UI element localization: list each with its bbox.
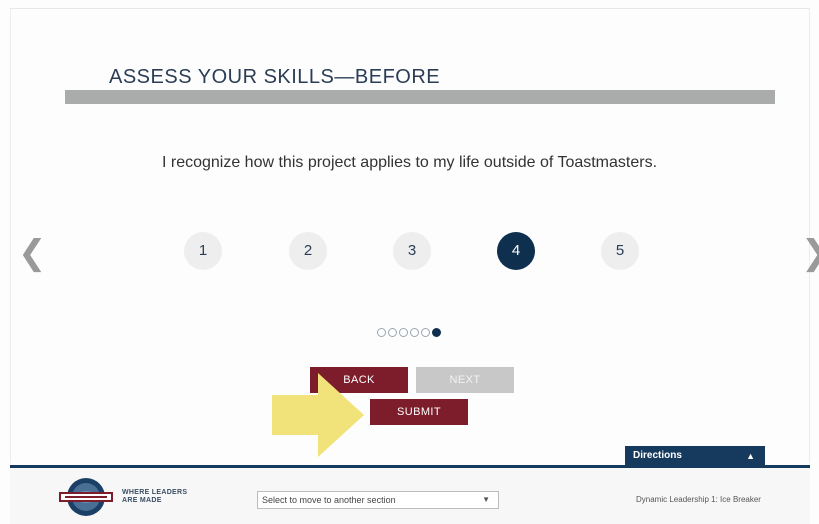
next-button[interactable]: NEXT [416,367,514,393]
directions-tab[interactable]: Directions ▲ [625,446,765,466]
page-title: ASSESS YOUR SKILLS—BEFORE [109,66,441,88]
chevron-down-icon: ▼ [482,495,490,504]
rating-option-3[interactable]: 3 [393,232,431,270]
rating-option-1[interactable]: 1 [184,232,222,270]
tagline: WHERE LEADERS ARE MADE [122,489,187,505]
caret-up-icon: ▲ [746,451,755,461]
submit-button[interactable]: SUBMIT [370,399,468,425]
pointer-arrow-icon [272,373,364,457]
assessment-statement: I recognize how this project applies to … [161,154,658,171]
rating-option-2[interactable]: 2 [289,232,327,270]
pagination-dots [377,328,441,338]
title-underline-bar [65,90,775,104]
tagline-line-1: WHERE LEADERS [122,489,188,496]
pagination-dot[interactable] [377,328,386,337]
pagination-dot[interactable] [399,328,408,337]
section-select[interactable]: Select to move to another section ▼ [257,491,499,509]
pagination-dot-active[interactable] [432,328,441,337]
rating-option-5[interactable]: 5 [601,232,639,270]
rating-scale: 1 2 3 4 5 [0,232,819,272]
pagination-dot[interactable] [421,328,430,337]
section-select-value: Select to move to another section [262,495,396,505]
toastmasters-logo-icon [59,478,113,516]
pagination-dot[interactable] [388,328,397,337]
course-title: Dynamic Leadership 1: Ice Breaker [636,495,761,504]
pagination-dot[interactable] [410,328,419,337]
directions-label: Directions [633,450,682,461]
frame-top-border [10,8,810,9]
rating-option-4-selected[interactable]: 4 [497,232,535,270]
lesson-page: ASSESS YOUR SKILLS—BEFORE I recognize ho… [0,0,819,524]
tagline-line-2: ARE MADE [122,497,162,504]
